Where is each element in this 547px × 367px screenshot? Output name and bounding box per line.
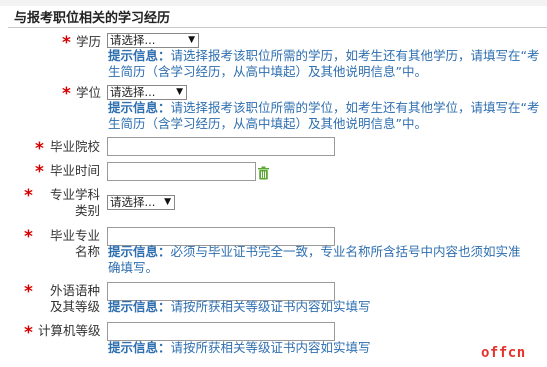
education-select[interactable]: 请选择... ▼ bbox=[107, 33, 199, 48]
chevron-down-icon: ▼ bbox=[164, 197, 171, 207]
section-title: 与报考职位相关的学习经历 bbox=[14, 11, 171, 26]
education-select-value: 请选择... bbox=[110, 33, 156, 47]
degree-label: 学位 bbox=[76, 85, 102, 100]
required-mark: * bbox=[62, 84, 71, 104]
foreign-lang-label: 外语语种及其等级 bbox=[49, 283, 100, 314]
trash-icon[interactable] bbox=[257, 166, 270, 180]
hint-prefix: 提示信息： bbox=[108, 299, 171, 314]
degree-hint: 提示信息：请选择报考该职位所需的学位，如考生还有其他学位，请填写在“考生简历（含… bbox=[108, 100, 540, 132]
chevron-down-icon: ▼ bbox=[188, 35, 195, 45]
grad-time-input[interactable] bbox=[107, 162, 256, 181]
education-label: 学历 bbox=[76, 34, 102, 49]
hint-text: 请按所获相关等级证书内容如实填写 bbox=[170, 299, 371, 314]
computer-input[interactable] bbox=[107, 322, 335, 341]
major-category-select-value: 请选择... bbox=[110, 195, 156, 209]
top-edge bbox=[0, 0, 547, 6]
section-divider bbox=[8, 27, 547, 28]
hint-prefix: 提示信息： bbox=[108, 244, 171, 259]
computer-hint: 提示信息：请按所获相关等级证书内容如实填写 bbox=[108, 340, 533, 356]
hint-text: 必须与毕业证书完全一致，专业名称所含括号中内容也须如实准确填写。 bbox=[108, 244, 521, 275]
major-category-select[interactable]: 请选择... ▼ bbox=[107, 195, 175, 210]
major-name-label: 毕业专业名称 bbox=[49, 228, 100, 259]
computer-label: 计算机等级 bbox=[38, 323, 101, 338]
degree-select[interactable]: 请选择... ▼ bbox=[107, 85, 187, 100]
hint-text: 请选择报考该职位所需的学历，如考生还有其他学历，请填写在“考生简历（含学习经历，… bbox=[108, 48, 540, 79]
watermark-logo: offcn bbox=[481, 345, 526, 361]
grad-time-label: 毕业时间 bbox=[50, 163, 101, 178]
hint-prefix: 提示信息： bbox=[108, 340, 171, 355]
major-name-hint: 提示信息：必须与毕业证书完全一致，专业名称所含括号中内容也须如实准确填写。 bbox=[108, 244, 533, 276]
hint-text: 请按所获相关等级证书内容如实填写 bbox=[170, 340, 371, 355]
hint-text: 请选择报考该职位所需的学位，如考生还有其他学位，请填写在“考生简历（含学习经历，… bbox=[108, 100, 540, 131]
required-mark: * bbox=[24, 282, 33, 302]
required-mark: * bbox=[35, 162, 44, 182]
chevron-down-icon: ▼ bbox=[176, 87, 183, 97]
education-hint: 提示信息：请选择报考该职位所需的学历，如考生还有其他学历，请填写在“考生简历（含… bbox=[108, 48, 540, 80]
required-mark: * bbox=[24, 227, 33, 247]
required-mark: * bbox=[24, 323, 33, 343]
hint-prefix: 提示信息： bbox=[108, 100, 171, 115]
major-category-label: 专业学科类别 bbox=[49, 187, 100, 218]
foreign-lang-hint: 提示信息：请按所获相关等级证书内容如实填写 bbox=[108, 299, 533, 315]
school-input[interactable] bbox=[107, 137, 335, 156]
school-label: 毕业院校 bbox=[50, 139, 101, 154]
degree-select-value: 请选择... bbox=[110, 85, 156, 99]
required-mark: * bbox=[62, 33, 71, 53]
required-mark: * bbox=[35, 139, 44, 159]
required-mark: * bbox=[24, 186, 33, 206]
hint-prefix: 提示信息： bbox=[108, 48, 171, 63]
